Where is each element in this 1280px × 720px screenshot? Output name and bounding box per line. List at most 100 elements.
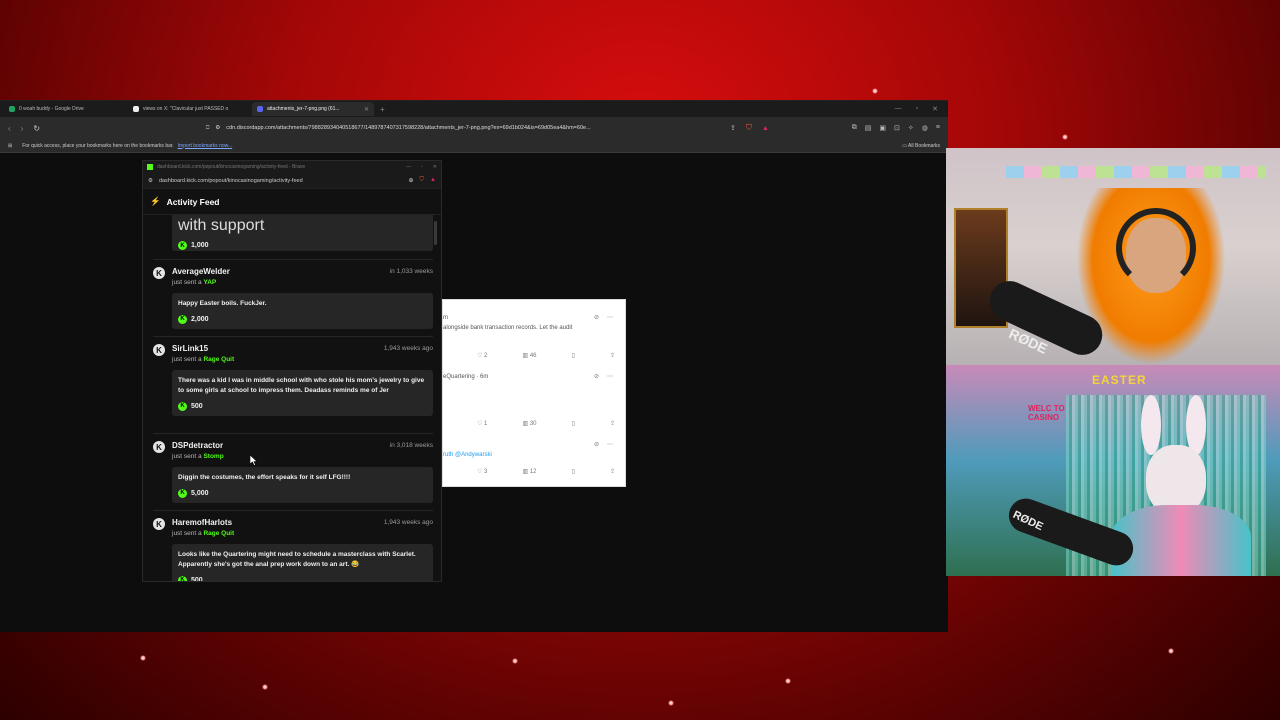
kick-coin-icon: K xyxy=(178,575,187,581)
share-icon: ⇪ xyxy=(609,469,615,475)
feed-message-box: Looks like the Quartering might need to … xyxy=(172,544,433,581)
popout-url-text: dashboard.kick.com/popout/kinocasinogami… xyxy=(158,177,303,184)
feed-username[interactable]: AverageWelder xyxy=(172,267,230,276)
feed-username[interactable]: SirLink15 xyxy=(172,344,208,353)
feed-entry[interactable]: K HaremofHarlots 1,943 weeks ago just se… xyxy=(153,518,433,581)
minimize-button[interactable]: — xyxy=(406,164,411,170)
feed-amount: K 1,000 xyxy=(178,241,427,250)
close-window-button[interactable]: ✕ xyxy=(433,164,437,170)
kick-badge-icon: K xyxy=(153,518,165,530)
close-tab-icon[interactable]: ✕ xyxy=(364,106,369,113)
item-name: Stomp xyxy=(203,453,224,460)
views-count: 12 xyxy=(529,469,537,475)
feed-message-box: with support K 1,000 xyxy=(172,215,433,251)
bunting-decoration xyxy=(1006,166,1266,178)
popout-address-bar[interactable]: ⚙ dashboard.kick.com/popout/kinocasinoga… xyxy=(143,173,441,189)
new-tab-button[interactable]: + xyxy=(380,105,385,114)
feed-time: in 1,033 weeks xyxy=(389,268,433,275)
grok-icon: ⊘ xyxy=(593,374,599,380)
scrollbar[interactable] xyxy=(434,221,437,245)
feed-amount: K 2,000 xyxy=(178,314,427,324)
feed-message: Happy Easter boils. FuckJer. xyxy=(178,300,267,307)
tab-label: attachments_jer-7-png.png (61... xyxy=(267,106,340,112)
site-info-icon[interactable]: ⚙ xyxy=(215,125,220,131)
feed-username[interactable]: DSPdetractor xyxy=(172,441,223,450)
like-count: 1 xyxy=(484,421,488,427)
views-icon: ▥ 30 xyxy=(522,421,537,427)
feed-time: 1,943 weeks ago xyxy=(383,345,433,352)
kick-badge-icon: K xyxy=(153,344,165,356)
feed-amount: K 500 xyxy=(178,575,427,581)
kick-icon xyxy=(147,164,153,170)
extensions-icon[interactable]: ⧉ xyxy=(852,124,857,132)
tweet-row: m ⊘ ⋯ xyxy=(443,314,625,322)
brave-shield-icon[interactable]: ⛉ xyxy=(420,177,425,184)
tweet-row: ruth @Andywarski xyxy=(443,452,625,458)
apps-icon[interactable]: ⊞ xyxy=(8,143,12,149)
tab-x-post[interactable]: views on X: "Clavicular just PASSED o xyxy=(128,102,250,116)
leo-icon[interactable]: ✧ xyxy=(908,124,914,132)
feed-username[interactable]: HaremofHarlots xyxy=(172,518,232,527)
maximize-button[interactable]: ▫ xyxy=(916,105,918,113)
tweet-text: alongside bank transaction records. Let … xyxy=(443,325,573,331)
close-window-button[interactable]: ✕ xyxy=(932,105,938,113)
popout-window-title: dashboard.kick.com/popout/kinocasinogami… xyxy=(157,164,306,170)
views-icon: ▥ 46 xyxy=(522,353,537,359)
costume-body xyxy=(1111,505,1251,576)
all-bookmarks-button[interactable]: ▭ All Bookmarks xyxy=(902,143,940,149)
zoom-icon[interactable]: ⊕ xyxy=(409,177,414,184)
minimize-button[interactable]: — xyxy=(895,105,902,113)
feed-entry[interactable]: K AverageWelder in 1,033 weeks just sent… xyxy=(153,267,433,337)
brave-rewards-icon[interactable]: ▲ xyxy=(762,125,769,132)
feed-entry[interactable]: K SirLink15 1,943 weeks ago just sent a … xyxy=(153,344,433,434)
amount-value: 1,000 xyxy=(191,242,209,249)
reload-icon[interactable]: ↻ xyxy=(33,124,40,133)
divider xyxy=(153,433,433,434)
feed-action: just sent a Stomp xyxy=(172,453,224,460)
profile-icon[interactable]: ◍ xyxy=(922,124,928,132)
maximize-button[interactable]: ▫ xyxy=(421,164,423,170)
tab-label: 0 woah buddy - Google Drive xyxy=(19,106,84,112)
brave-rewards-icon[interactable]: ▲ xyxy=(430,177,436,184)
x-icon xyxy=(133,106,139,112)
divider xyxy=(153,336,433,337)
activity-feed-header: ⚡ Activity Feed xyxy=(143,189,441,215)
tab-bar: 0 woah buddy - Google Drive views on X: … xyxy=(0,101,948,117)
tab-discord-attachment[interactable]: attachments_jer-7-png.png (61... ✕ xyxy=(252,102,374,116)
sparkle xyxy=(872,88,878,94)
bookmark-icon[interactable]: ⎕ xyxy=(206,125,209,132)
share-icon: ⇪ xyxy=(609,353,615,359)
share-icon[interactable]: ⇪ xyxy=(730,124,736,132)
brave-shield-icon[interactable]: ⛉ xyxy=(746,123,752,133)
tab-google-drive[interactable]: 0 woah buddy - Google Drive xyxy=(4,102,126,116)
activity-feed-list[interactable]: with support K 1,000 K AverageWelder in … xyxy=(143,215,441,581)
bunny-ears xyxy=(1186,395,1206,455)
feed-time: 1,943 weeks ago xyxy=(383,519,433,526)
bookmark-icon: ▯ xyxy=(571,421,575,427)
feed-entry[interactable]: K DSPdetractor in 3,018 weeks just sent … xyxy=(153,441,433,511)
menu-icon[interactable]: ≡ xyxy=(936,124,940,132)
feed-action: just sent a YAP xyxy=(172,279,216,286)
sidebar-icon[interactable]: ▤ xyxy=(865,124,872,132)
vpn-icon[interactable]: ⊡ xyxy=(894,124,900,132)
webcam-feed-bottom: EASTER WELC TO CASINO RØDE xyxy=(946,365,1280,576)
back-icon[interactable]: ‹ xyxy=(8,124,11,133)
like-icon: ♡ 1 xyxy=(477,421,488,427)
site-info-icon[interactable]: ⚙ xyxy=(148,178,153,184)
drive-icon xyxy=(9,106,15,112)
feed-amount: K 5,000 xyxy=(178,488,427,498)
kick-coin-icon: K xyxy=(178,488,187,498)
views-count: 30 xyxy=(529,421,537,427)
tweet-author: eQuartering · 6m xyxy=(443,373,489,380)
kick-coin-icon: K xyxy=(178,401,187,411)
sparkle xyxy=(785,678,791,684)
kick-coin-icon: K xyxy=(178,314,187,324)
amount-value: 5,000 xyxy=(191,489,209,497)
item-name: Rage Quit xyxy=(203,356,235,363)
import-bookmarks-link[interactable]: Import bookmarks now... xyxy=(178,143,232,149)
forward-icon[interactable]: › xyxy=(21,124,24,133)
address-bar[interactable]: ⎕ ⚙ cdn.discordapp.com/attachments/79882… xyxy=(200,121,720,135)
wallet-icon[interactable]: ▣ xyxy=(879,124,886,132)
feed-amount: K 500 xyxy=(178,401,427,411)
activity-feed-popout: dashboard.kick.com/popout/kinocasinogami… xyxy=(142,160,442,582)
